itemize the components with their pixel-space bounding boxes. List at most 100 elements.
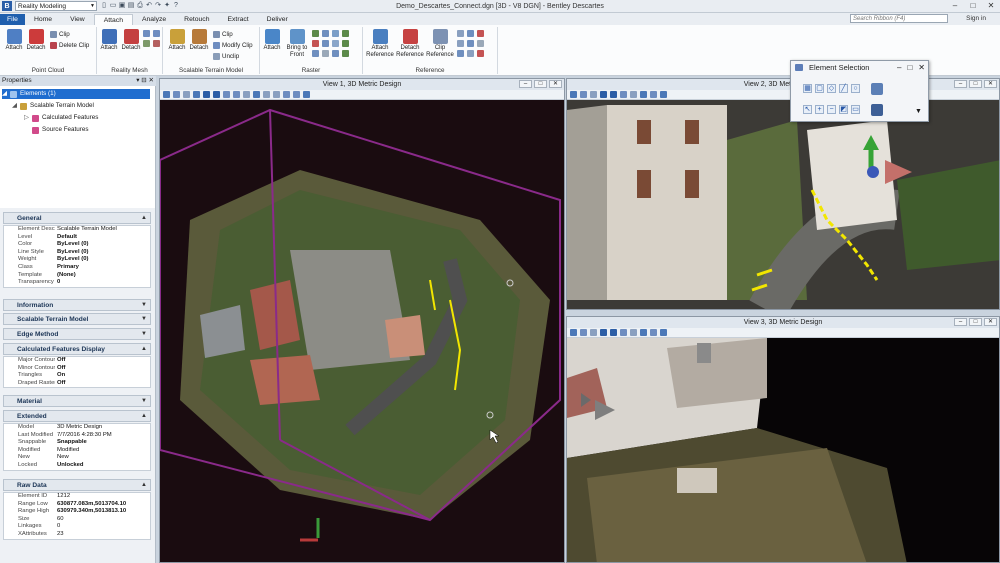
reference-tool-icon[interactable] [457,40,464,47]
fit-view-icon[interactable] [620,91,627,98]
tree-item-elements[interactable]: ◢ Elements (1) [2,89,150,99]
raster-attach-button[interactable]: Attach [260,29,284,52]
collapse-icon[interactable]: ▷ [24,113,32,123]
terrain-attach-button[interactable]: Attach [165,29,189,52]
detach-reference-button[interactable]: Detach Reference [396,29,424,58]
mesh-tool-icon[interactable] [143,30,150,37]
raster-tool-icon[interactable] [312,50,319,57]
help-icon[interactable]: ? [172,2,180,10]
terrain-clip-button[interactable]: Clip [213,30,233,39]
tab-view[interactable]: View [61,14,94,25]
level-display-icon[interactable] [590,91,597,98]
rotate-view-icon[interactable] [630,329,637,336]
zoom-out-icon[interactable] [610,329,617,336]
zoom-in-icon[interactable] [600,91,607,98]
tab-deliver[interactable]: Deliver [258,14,297,25]
reference-tool-icon[interactable] [477,40,484,47]
camera-icon[interactable] [660,91,667,98]
tree-item-stm[interactable]: ◢ Scalable Terrain Model [12,101,94,111]
redo-icon[interactable]: ↷ [154,2,162,10]
raster-tool-icon[interactable] [332,40,339,47]
view-close-button[interactable]: ✕ [984,318,997,326]
clip-reference-button[interactable]: Clip Reference [426,29,454,58]
section-extended[interactable]: Extended ▲ [3,410,151,422]
raster-tool-icon[interactable] [342,50,349,57]
origin-manipulator[interactable] [867,166,879,178]
minimize-button[interactable]: – [946,0,964,12]
view-maximize-button[interactable]: □ [969,80,982,88]
view-2-canvas[interactable] [567,100,999,309]
save-icon[interactable]: ▣ [118,2,126,10]
raster-tool-icon[interactable] [332,30,339,37]
raster-tool-icon[interactable] [312,30,319,37]
camera-icon[interactable] [660,329,667,336]
view-minimize-button[interactable]: – [519,80,532,88]
view-maximize-button[interactable]: □ [969,318,982,326]
point-cloud-delete-clip-button[interactable]: Delete Clip [50,41,89,50]
mesh-tool-icon[interactable] [153,30,160,37]
clear-mode-icon[interactable]: ▭ [851,105,860,114]
section-calculated-features-display[interactable]: Calculated Features Display ▲ [3,343,151,355]
save-all-icon[interactable]: ▤ [127,2,135,10]
chevron-down-icon[interactable]: ▼ [915,108,922,115]
reference-tool-icon[interactable] [477,50,484,57]
add-mode-icon[interactable]: + [815,105,824,114]
reference-tool-icon[interactable] [467,40,474,47]
raster-tool-icon[interactable] [332,50,339,57]
zoom-in-icon[interactable] [203,91,210,98]
display-style-icon[interactable] [580,91,587,98]
reference-tool-icon[interactable] [457,50,464,57]
pin-icon[interactable]: ✦ [163,2,171,10]
reference-tool-icon[interactable] [467,30,474,37]
clip-volume-icon[interactable] [283,91,290,98]
individual-method-icon[interactable]: ▦ [803,84,812,93]
maximize-icon[interactable]: □ [907,61,912,74]
reality-mesh-attach-button[interactable]: Attach [97,29,121,52]
undo-icon[interactable]: ↶ [145,2,153,10]
zoom-in-icon[interactable] [600,329,607,336]
view-next-icon[interactable] [273,91,280,98]
window-area-icon[interactable] [223,91,230,98]
shape-method-icon[interactable]: ◇ [827,84,836,93]
level-display-icon[interactable] [183,91,190,98]
invert-mode-icon[interactable]: ◩ [839,105,848,114]
clip-volume-icon[interactable] [650,91,657,98]
raster-tool-icon[interactable] [322,30,329,37]
tab-home[interactable]: Home [25,14,61,25]
reference-tool-icon[interactable] [467,50,474,57]
expand-icon[interactable]: ◢ [12,101,20,111]
view-attributes-icon[interactable] [570,91,577,98]
section-raw-data[interactable]: Raw Data ▲ [3,479,151,491]
tab-analyze[interactable]: Analyze [133,14,175,25]
sign-in-link[interactable]: Sign in [966,14,986,24]
section-scalable-terrain-model[interactable]: Scalable Terrain Model ▼ [3,313,151,325]
tab-extract[interactable]: Extract [219,14,258,25]
attach-reference-button[interactable]: Attach Reference [366,29,394,58]
clip-volume-icon[interactable] [650,329,657,336]
view-minimize-button[interactable]: – [954,318,967,326]
terrain-modify-clip-button[interactable]: Modify Clip [213,41,253,50]
subtract-mode-icon[interactable]: − [827,105,836,114]
maximize-button[interactable]: □ [964,0,982,12]
clip-mask-icon[interactable] [293,91,300,98]
select-all-icon[interactable] [871,104,883,116]
clear-selection-icon[interactable] [871,83,883,95]
section-general[interactable]: General ▲ [3,212,151,224]
tab-attach[interactable]: Attach [93,14,133,25]
line-method-icon[interactable]: ╱ [839,84,848,93]
pointer-mode-icon[interactable]: ↖ [803,105,812,114]
expand-icon[interactable]: ◢ [2,89,10,99]
section-material[interactable]: Material ▼ [3,395,151,407]
pan-view-icon[interactable] [640,329,647,336]
reality-mesh-detach-button[interactable]: Detach [119,29,143,52]
tree-item-source[interactable]: Source Features [32,125,89,135]
mesh-tool-icon[interactable] [143,40,150,47]
ribbon-search-input[interactable]: Search Ribbon (F4) [850,14,948,23]
view-attributes-icon[interactable] [163,91,170,98]
tab-file[interactable]: File [0,14,25,25]
reference-tool-icon[interactable] [457,30,464,37]
view-3-canvas[interactable] [567,338,999,562]
minimize-icon[interactable]: – [897,61,901,74]
raster-tool-icon[interactable] [322,40,329,47]
print-icon[interactable]: ⎙ [136,2,144,10]
